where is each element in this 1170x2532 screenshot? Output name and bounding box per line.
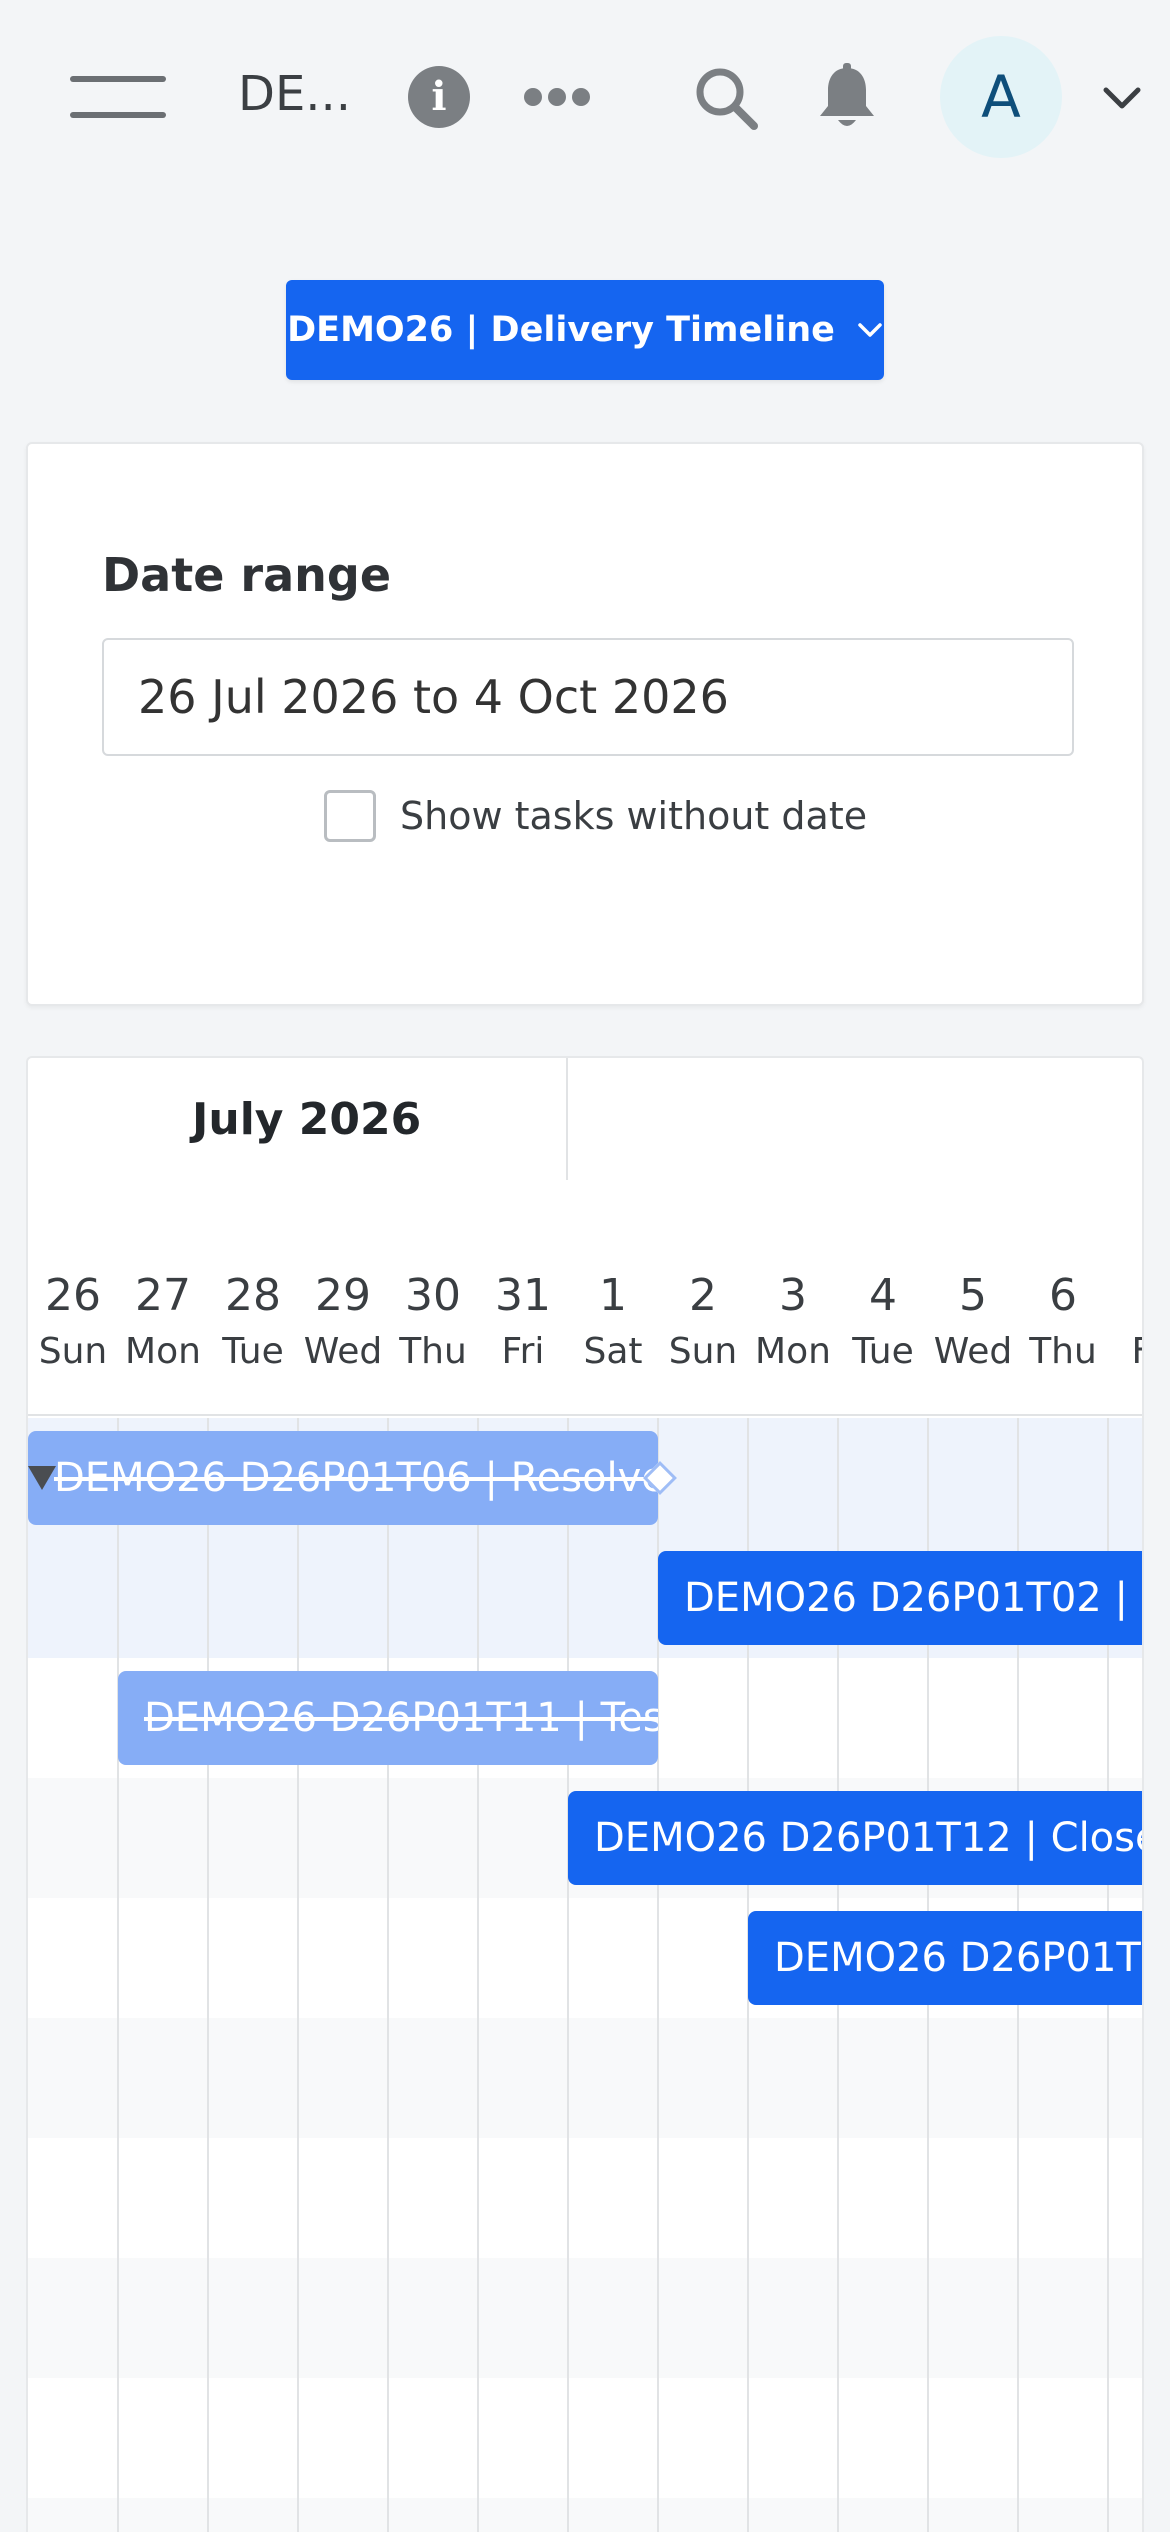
day-of-week: Tue [852, 1331, 914, 1372]
day-number: 26 [45, 1270, 101, 1321]
grid-line [387, 1418, 389, 2532]
day-number: 29 [315, 1270, 371, 1321]
timeline-row [28, 2378, 1142, 2498]
day-column-header: 5 Wed [928, 1268, 1018, 1380]
day-of-week: Fri [1108, 1324, 1142, 1380]
day-column-header: 28 Tue [208, 1268, 298, 1380]
notifications-bell-icon[interactable] [812, 62, 882, 132]
day-of-week: Tue [222, 1331, 284, 1372]
day-column-header: 1 Sat [568, 1268, 658, 1380]
project-title[interactable]: DE... [238, 66, 351, 122]
month-label: July 2026 [192, 1094, 422, 1145]
filter-panel: Date range 26 Jul 2026 to 4 Oct 2026 Sho… [26, 442, 1144, 1006]
day-of-week: Wed [303, 1331, 383, 1372]
more-options-icon[interactable] [524, 88, 590, 106]
chevron-down-icon [858, 323, 882, 337]
day-number: 27 [135, 1270, 191, 1321]
search-icon[interactable] [692, 64, 762, 134]
show-tasks-without-date-label: Show tasks without date [400, 794, 868, 838]
day-number: 1 [599, 1270, 627, 1321]
timeline-row [28, 2498, 1142, 2532]
month-header: July 2026 [28, 1058, 568, 1180]
day-column-header: 7Fri [1108, 1268, 1142, 1380]
day-number: 31 [495, 1270, 551, 1321]
task-bar[interactable]: DEMO26 D26P01T02 | M [658, 1551, 1142, 1645]
grid-line [477, 1418, 479, 2532]
day-number: 7 [1108, 1268, 1142, 1324]
day-column-header: 30 Thu [388, 1268, 478, 1380]
date-range-label: Date range [102, 548, 392, 602]
grid-line [297, 1418, 299, 2532]
day-number: 28 [225, 1270, 281, 1321]
day-column-header: 3 Mon [748, 1268, 838, 1380]
day-number: 4 [869, 1270, 897, 1321]
task-start-marker-icon[interactable] [28, 1466, 56, 1490]
day-column-header: 29 Wed [298, 1268, 388, 1380]
day-number: 30 [405, 1270, 461, 1321]
view-selector-label: DEMO26 | Delivery Timeline [287, 310, 835, 350]
day-of-week: Fri [501, 1331, 545, 1372]
day-of-week: Thu [399, 1331, 467, 1372]
day-number: 5 [959, 1270, 987, 1321]
day-column-header: 27 Mon [118, 1268, 208, 1380]
gantt-timeline: July 2026 26 Sun 27 Mon 28 Tue 29 Wed 30 Thu 31 Fri… [26, 1056, 1144, 2532]
day-of-week: Mon [755, 1331, 831, 1372]
show-tasks-without-date-toggle[interactable]: Show tasks without date [324, 788, 867, 844]
task-bar[interactable]: DEMO26 D26P01T11 | Test [118, 1671, 658, 1765]
day-column-header: 2 Sun [658, 1268, 748, 1380]
show-tasks-without-date-checkbox[interactable] [324, 790, 376, 842]
day-column-header: 6 Thu [1018, 1268, 1108, 1380]
grid-line [567, 1418, 569, 2532]
grid-line [207, 1418, 209, 2532]
day-of-week: Wed [933, 1331, 1013, 1372]
day-column-header: 31 Fri [478, 1268, 568, 1380]
chevron-down-icon[interactable] [1100, 84, 1144, 112]
day-of-week: Sun [668, 1331, 738, 1372]
day-header-row: 26 Sun 27 Mon 28 Tue 29 Wed 30 Thu 31 Fri 1 Sat 2 Sun 3 M… [28, 1180, 1142, 1416]
day-number: 3 [779, 1270, 807, 1321]
task-bar[interactable]: DEMO26 D26P01T12 | Close [568, 1791, 1142, 1885]
menu-icon[interactable] [70, 76, 166, 118]
task-bar[interactable]: DEMO26 D26P01T0 [748, 1911, 1142, 2005]
timeline-row [28, 2138, 1142, 2258]
timeline-row [28, 2018, 1142, 2138]
day-of-week: Sun [38, 1331, 108, 1372]
day-of-week: Mon [125, 1331, 201, 1372]
date-range-input[interactable]: 26 Jul 2026 to 4 Oct 2026 [102, 638, 1074, 756]
user-avatar[interactable]: A [940, 36, 1062, 158]
day-column-header: 4 Tue [838, 1268, 928, 1380]
info-icon[interactable]: i [408, 66, 470, 128]
day-number: 6 [1049, 1270, 1077, 1321]
view-selector-button[interactable]: DEMO26 | Delivery Timeline [286, 280, 884, 380]
grid-line [117, 1418, 119, 2532]
task-bar[interactable]: DEMO26 D26P01T06 | Resolve [28, 1431, 658, 1525]
top-bar: DE... i A [0, 0, 1170, 190]
day-of-week: Sat [583, 1331, 643, 1372]
day-of-week: Thu [1029, 1331, 1097, 1372]
day-column-header: 26 Sun [28, 1268, 118, 1380]
timeline-row [28, 2258, 1142, 2378]
day-number: 2 [689, 1270, 717, 1321]
